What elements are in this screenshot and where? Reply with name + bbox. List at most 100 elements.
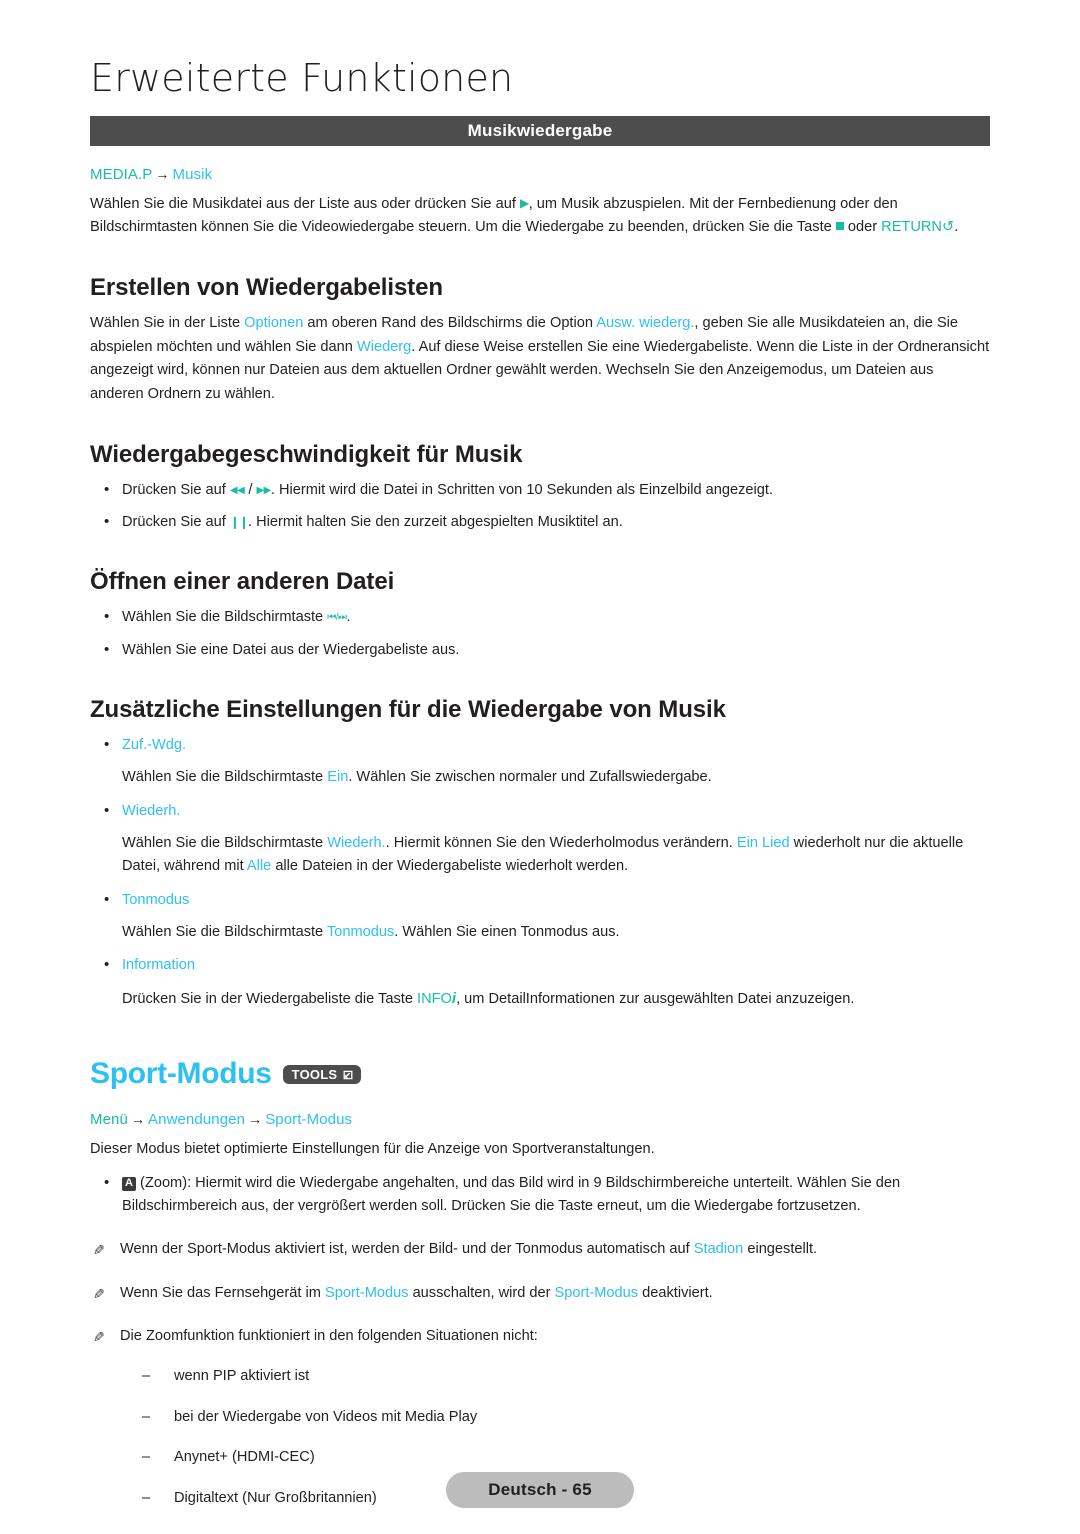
breadcrumb-root[interactable]: MEDIA.P: [90, 166, 152, 183]
note-stadion: ✎ Wenn der Sport-Modus aktiviert ist, wer…: [90, 1238, 990, 1261]
link-ein-lied[interactable]: Ein Lied: [737, 835, 790, 851]
list-item: Wiederh.: [90, 799, 990, 823]
extra-item4-text-2: , um DetailInformationen zur ausgewählte…: [456, 990, 855, 1007]
openfile-b1-text-b: .: [346, 609, 351, 626]
tools-enter-icon: [340, 1068, 353, 1081]
openfile-bullet-list: Wählen Sie die Bildschirmtaste ⏮/⏭. Wähl…: [90, 605, 990, 662]
link-wiederg[interactable]: Wiederg: [357, 339, 411, 355]
intro-text-d: .: [954, 219, 959, 236]
pencil-note-icon: ✎: [93, 1242, 105, 1259]
breadcrumb-sport: Menü → Anwendungen → Sport-Modus: [90, 1111, 990, 1128]
previous-track-icon: ⏮: [327, 612, 336, 624]
heading-playback-speed: Wiedergabegeschwindigkeit für Musik: [90, 440, 523, 468]
breadcrumb-anwendungen[interactable]: Anwendungen: [148, 1111, 245, 1128]
fast-forward-icon: ▶▶: [256, 484, 271, 496]
link-wiederh[interactable]: Wiederh.: [327, 835, 385, 851]
breadcrumb-menu[interactable]: Menü: [90, 1111, 128, 1128]
heading-extra-settings: Zusätzliche Einstellungen für die Wieder…: [90, 696, 726, 724]
openfile-b1-text-a: Wählen Sie die Bildschirmtaste: [122, 609, 328, 626]
heading-sport-modus: Sport-Modus TOOLS: [90, 1057, 990, 1091]
key-a-icon: A: [122, 1176, 136, 1191]
list-item: Information: [90, 953, 990, 977]
link-ein[interactable]: Ein: [327, 769, 348, 785]
speed-b2-text-b: . Hiermit halten Sie den zurzeit abgespi…: [248, 513, 623, 530]
section-band: Musikwiedergabe: [90, 115, 990, 146]
intro-text-a: Wählen Sie die Musikdatei aus der Liste …: [90, 195, 520, 212]
heading-open-other-file: Öffnen einer anderen Datei: [90, 568, 395, 596]
extra-item3-description: Wählen Sie die Bildschirmtaste Tonmodus.…: [90, 921, 990, 944]
list-item: Drücken Sie auf ◀◀ / ▶▶. Hiermit wird di…: [90, 478, 990, 502]
info-key-label: INFOi: [417, 990, 456, 1007]
link-stadion[interactable]: Stadion: [694, 1241, 744, 1257]
note2-text-a: Wenn Sie das Fernsehgerät im: [120, 1284, 325, 1301]
note-zoom-unavailable: ✎ Die Zoomfunktion funktioniert in den fo…: [90, 1325, 990, 1348]
extra-item1-description: Wählen Sie die Bildschirmtaste Ein. Wähl…: [90, 766, 990, 789]
intro-text-c: oder: [843, 219, 882, 236]
playlists-text-1: Wählen Sie in der Liste: [90, 315, 245, 332]
intro-paragraph: Wählen Sie die Musikdatei aus der Liste …: [90, 193, 990, 240]
extra-settings-list: Zuf.-Wdg.: [90, 733, 990, 757]
tools-badge[interactable]: TOOLS: [282, 1064, 362, 1084]
return-arrow-icon: ↺: [941, 219, 955, 236]
option-label-wiederh[interactable]: Wiederh.: [122, 803, 180, 819]
stop-icon: [835, 222, 844, 231]
sport-zoom-list: A (Zoom): Hiermit wird die Wiedergabe an…: [90, 1171, 990, 1219]
note3-text: Die Zoomfunktion funktioniert in den fol…: [120, 1328, 538, 1345]
extra-item2-text-4: alle Dateien in der Wiedergabeliste wied…: [271, 858, 629, 875]
extra-settings-list-2: Wiederh.: [90, 799, 990, 823]
extra-settings-list-3: Tonmodus: [90, 888, 990, 912]
sport-modus-title: Sport-Modus: [90, 1057, 272, 1091]
list-item: bei der Wiedergabe von Videos mit Media …: [90, 1406, 990, 1430]
breadcrumb-arrow-icon-2: →: [248, 1111, 263, 1128]
play-icon: ▶: [519, 195, 529, 210]
option-label-tonmodus[interactable]: Tonmodus: [122, 892, 189, 908]
return-key-text: RETURN: [881, 219, 942, 236]
sport-zoom-text: (Zoom): Hiermit wird die Wiedergabe ange…: [122, 1174, 901, 1215]
pause-icon: ❙❙: [229, 514, 249, 529]
info-key-text: INFO: [417, 990, 452, 1007]
option-label-zuf-wdg[interactable]: Zuf.-Wdg.: [122, 737, 186, 753]
note-poweroff: ✎ Wenn Sie das Fernsehgerät im Sport-Modu…: [90, 1282, 990, 1305]
extra-item2-text-2: . Hiermit können Sie den Wiederholmodus …: [385, 835, 737, 852]
manual-page: Erweiterte Funktionen Musikwiedergabe ME…: [0, 0, 1080, 1534]
speed-b1-text-a: Drücken Sie auf: [122, 481, 230, 498]
link-tonmodus[interactable]: Tonmodus: [327, 924, 394, 940]
speed-b1-text-b: . Hiermit wird die Datei in Schritten vo…: [270, 481, 773, 498]
page-footer: Deutsch - 65: [0, 1472, 1080, 1508]
section-band-title: Musikwiedergabe: [467, 120, 613, 140]
speed-bullet-list: Drücken Sie auf ◀◀ / ▶▶. Hiermit wird di…: [90, 478, 990, 535]
extra-item1-text-1: Wählen Sie die Bildschirmtaste: [122, 769, 328, 786]
playlists-paragraph: Wählen Sie in der Liste Optionen am ober…: [90, 312, 990, 407]
breadcrumb-leaf[interactable]: Musik: [173, 166, 213, 183]
link-optionen[interactable]: Optionen: [244, 315, 303, 331]
playlists-text-2: am oberen Rand des Bildschirms die Optio…: [303, 315, 597, 332]
breadcrumb-sport-modus[interactable]: Sport-Modus: [265, 1111, 352, 1128]
extra-item3-text-2: . Wählen Sie einen Tonmodus aus.: [394, 924, 620, 941]
extra-item3-text-1: Wählen Sie die Bildschirmtaste: [122, 924, 327, 941]
list-item: Tonmodus: [90, 888, 990, 912]
link-sport-modus-2[interactable]: Sport-Modus: [555, 1285, 639, 1301]
extra-item1-text-2: . Wählen Sie zwischen normaler und Zufal…: [348, 769, 712, 786]
heading-playlists: Erstellen von Wiedergabelisten: [90, 274, 443, 302]
tools-badge-label: TOOLS: [291, 1066, 338, 1082]
extra-item2-text-1: Wählen Sie die Bildschirmtaste: [122, 835, 328, 852]
chapter-title: Erweiterte Funktionen: [90, 56, 514, 100]
page-number-pill: Deutsch - 65: [446, 1472, 634, 1508]
note2-text-c: deaktiviert.: [638, 1284, 713, 1301]
option-label-information[interactable]: Information: [122, 957, 195, 973]
speed-b1-sep: /: [244, 481, 257, 498]
rewind-icon: ◀◀: [229, 484, 245, 496]
list-item: Zuf.-Wdg.: [90, 733, 990, 757]
speed-b2-text-a: Drücken Sie auf: [122, 513, 230, 530]
pencil-note-icon: ✎: [93, 1285, 105, 1302]
sport-intro-paragraph: Dieser Modus bietet optimierte Einstellu…: [90, 1141, 655, 1158]
return-key-label: RETURN↺: [881, 219, 954, 235]
note2-text-b: ausschalten, wird der: [408, 1284, 555, 1301]
link-ausw-wiederg[interactable]: Ausw. wiederg.: [596, 315, 694, 331]
list-item: A (Zoom): Hiermit wird die Wiedergabe an…: [90, 1171, 990, 1219]
link-sport-modus-1[interactable]: Sport-Modus: [325, 1285, 409, 1301]
next-track-icon: ⏭: [338, 612, 347, 624]
breadcrumb-arrow-icon-1: →: [130, 1111, 146, 1128]
list-item: wenn PIP aktiviert ist: [90, 1365, 990, 1389]
link-alle[interactable]: Alle: [247, 858, 271, 874]
